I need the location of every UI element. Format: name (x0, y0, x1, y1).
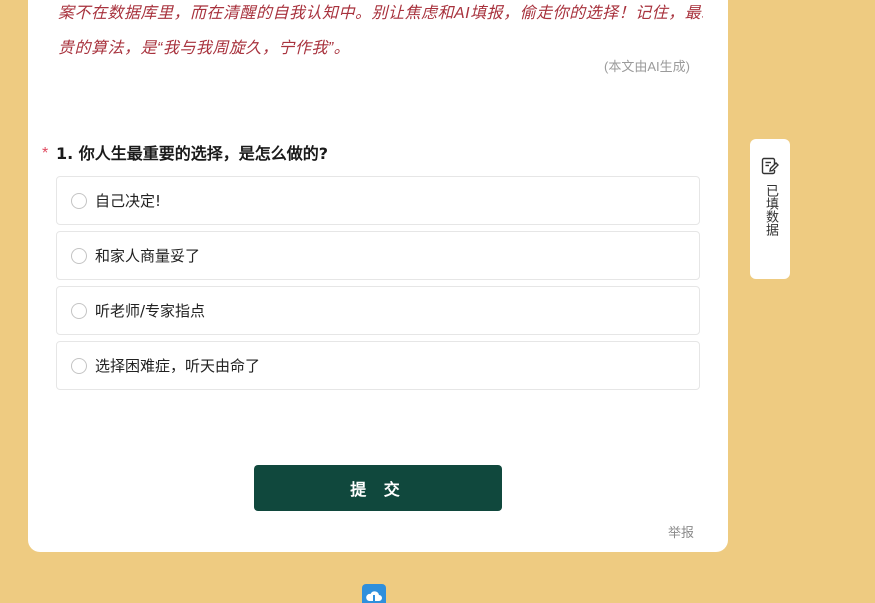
report-link[interactable]: 举报 (668, 522, 694, 541)
option-label: 听老师/专家指点 (95, 302, 206, 320)
radio-button[interactable] (71, 192, 87, 209)
form-card: 案不在数据库里，而在清醒的自我认知中。别让焦虑和AI填报，偷走你的选择！记住，最… (28, 0, 728, 552)
radio-button[interactable] (71, 247, 87, 264)
options-list: 自己决定! 和家人商量妥了 听老师/专家指点 选择困难症，听天由命了 (56, 176, 700, 396)
option-label: 自己决定! (95, 192, 162, 210)
option-3[interactable]: 听老师/专家指点 (56, 286, 700, 335)
intro-line-1: 案不在数据库里，而在清醒的自我认知中。别让焦虑和AI填报，偷走你的选择！记住，最… (58, 5, 703, 22)
option-2[interactable]: 和家人商量妥了 (56, 231, 700, 280)
radio-button[interactable] (71, 357, 87, 374)
ai-generated-note: (本文由AI生成) (604, 59, 690, 74)
option-4[interactable]: 选择困难症，听天由命了 (56, 341, 700, 390)
question-title: 1. 你人生最重要的选择，是怎么做的? (56, 144, 329, 163)
radio-button[interactable] (71, 302, 87, 319)
filled-data-tab[interactable]: 已填数据 (750, 139, 790, 279)
filled-data-label: 已填数据 (763, 184, 778, 236)
question-header: * 1. 你人生最重要的选择，是怎么做的? (42, 140, 328, 164)
edit-note-icon (761, 157, 779, 184)
required-mark: * (42, 145, 49, 162)
option-label: 和家人商量妥了 (95, 247, 201, 265)
cloud-logo-icon (362, 584, 386, 603)
option-1[interactable]: 自己决定! (56, 176, 700, 225)
submit-button[interactable]: 提 交 (254, 465, 502, 511)
option-label: 选择困难症，听天由命了 (95, 357, 261, 375)
